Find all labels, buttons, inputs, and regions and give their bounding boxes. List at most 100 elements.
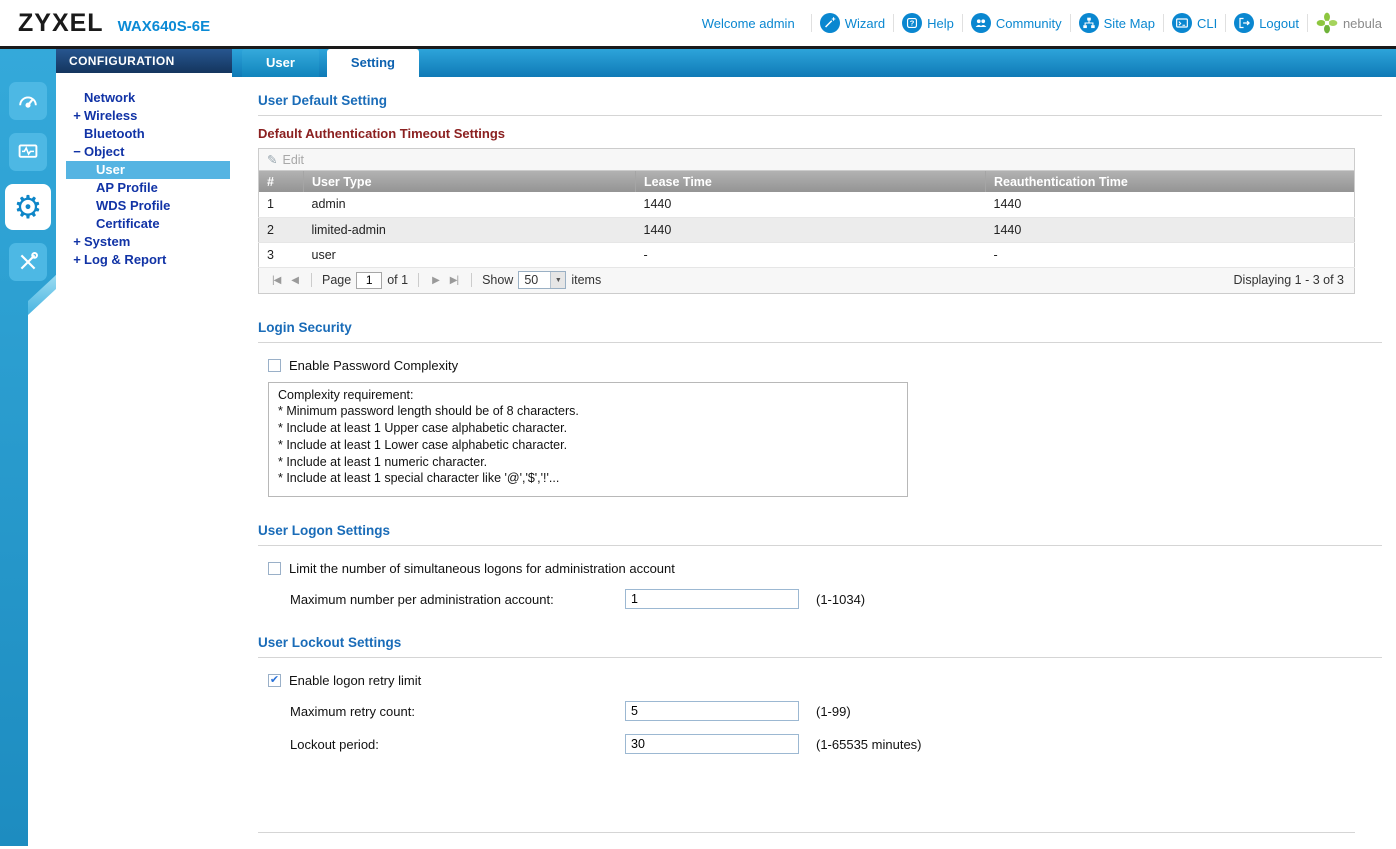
items-label: items [571,273,602,287]
sidebar-item-ap-profile[interactable]: AP Profile [66,179,230,197]
divider [258,657,1382,659]
table-cell: 2 [258,217,304,243]
col-header-index[interactable]: # [258,171,304,192]
complexity-requirements-box: Complexity requirement: * Minimum passwo… [268,381,908,498]
divider [893,14,895,32]
configuration-header: CONFIGURATION [56,49,232,73]
subsection-title-auth-timeout: Default Authentication Timeout Settings [258,126,506,141]
monitor-icon [18,144,38,158]
field-hint: (1-1034) [816,591,866,607]
top-header: ZYXEL WAX640S-6E Welcome admin Wizard ? … [0,0,1396,49]
table-cell: 1440 [985,217,1355,243]
wand-icon [819,13,840,33]
divider [471,273,473,287]
section-title-login-security: Login Security [258,319,352,335]
lockout-period-label: Lockout period: [290,736,379,752]
table-cell: admin [303,192,636,218]
table-header-row: # User Type Lease Time Reauthentication … [258,171,1355,192]
displaying-status: Displaying 1 - 3 of 3 [1233,273,1344,287]
monitor-button[interactable] [9,133,47,171]
zyxel-logo: ZYXEL [18,8,104,37]
last-page-button[interactable]: ▶| [447,275,461,286]
divider [258,545,1382,547]
col-header-lease-time[interactable]: Lease Time [635,171,986,192]
logout-link[interactable]: Logout [1234,13,1299,33]
pagination-bar: |◀ ◀ Page of 1 ▶ ▶| Show 50 items [258,267,1355,294]
maintenance-button[interactable] [9,243,47,281]
logout-icon [1234,13,1255,33]
tab-setting[interactable]: Setting [326,49,419,77]
enable-logon-retry-limit-checkbox[interactable] [268,674,281,688]
gear-icon [14,191,43,223]
col-header-user-type[interactable]: User Type [303,171,636,192]
help-icon: ? [902,13,923,33]
sitemap-link[interactable]: Site Map [1078,13,1155,33]
limit-simultaneous-logons-checkbox[interactable] [268,562,281,576]
table-cell: limited-admin [303,217,636,243]
tab-bar: User Setting [232,49,1396,77]
max-retry-count-label: Maximum retry count: [290,703,415,719]
max-admin-account-input[interactable] [625,589,799,610]
next-page-button[interactable]: ▶ [429,275,442,286]
sidebar-item-object[interactable]: − Object [66,143,230,161]
welcome-text: Welcome admin [701,15,795,31]
edit-icon [267,153,282,167]
field-hint: (1-65535 minutes) [816,736,922,752]
field-hint: (1-99) [816,703,851,719]
sidebar-item-bluetooth[interactable]: Bluetooth [66,125,230,143]
table-cell: 1 [258,192,304,218]
community-link[interactable]: Community [970,13,1062,33]
sidebar-item-wireless[interactable]: + Wireless [66,107,230,125]
tab-user[interactable]: User [242,49,319,77]
community-icon [970,13,991,33]
checkbox-label: Limit the number of simultaneous logons … [289,561,675,577]
table-cell: - [635,242,986,268]
wizard-link[interactable]: Wizard [819,13,885,33]
nebula-logo[interactable]: nebula [1316,12,1382,34]
tools-icon [20,252,38,270]
sidebar-item-wds-profile[interactable]: WDS Profile [66,197,230,215]
section-title-user-logon: User Logon Settings [258,523,391,539]
nebula-icon [1316,12,1338,34]
lockout-period-input[interactable] [625,734,799,755]
table-row[interactable]: 2 limited-admin 1440 1440 [258,217,1355,243]
device-model: WAX640S-6E [117,17,211,35]
divider [1306,14,1308,32]
main-area: User Setting User Default Setting Defaul… [232,49,1396,846]
auth-timeout-table: # User Type Lease Time Reauthentication … [258,171,1355,268]
brand: ZYXEL WAX640S-6E [18,9,210,38]
table-cell: - [985,242,1355,268]
divider [418,273,420,287]
page-number-input[interactable] [356,271,383,289]
max-retry-count-input[interactable] [625,701,799,722]
show-label: Show [482,273,514,287]
divider [258,115,1382,116]
page-label: Page [322,273,352,287]
help-link[interactable]: ? Help [902,13,954,33]
table-cell: user [303,242,636,268]
table-toolbar: Edit [258,148,1355,171]
edit-button[interactable]: Edit [267,153,304,167]
cli-link[interactable]: CLI [1171,13,1217,33]
prev-page-button[interactable]: ◀ [288,275,301,286]
configuration-button[interactable] [5,184,51,230]
checkbox-label: Enable Password Complexity [289,357,459,373]
max-admin-account-label: Maximum number per administration accoun… [290,591,554,607]
table-row[interactable]: 1 admin 1440 1440 [258,192,1355,218]
section-title-user-default: User Default Setting [258,93,388,108]
gauge-icon [19,96,37,108]
divider [311,273,312,287]
page-of-label: of 1 [387,273,409,287]
first-page-button[interactable]: |◀ [269,275,283,286]
divider [1225,14,1227,32]
col-header-reauth-time[interactable]: Reauthentication Time [985,171,1355,192]
sidebar-item-network[interactable]: Network [66,89,230,107]
sidebar-item-user[interactable]: User [66,161,230,179]
dashboard-button[interactable] [9,82,47,120]
table-row[interactable]: 3 user - - [258,242,1355,268]
sidebar-item-system[interactable]: + System [66,233,230,251]
enable-password-complexity-checkbox[interactable] [268,358,281,372]
sidebar-item-log-report[interactable]: + Log & Report [66,251,230,269]
sidebar-item-certificate[interactable]: Certificate [66,215,230,233]
show-items-select[interactable]: 50 [518,271,567,289]
